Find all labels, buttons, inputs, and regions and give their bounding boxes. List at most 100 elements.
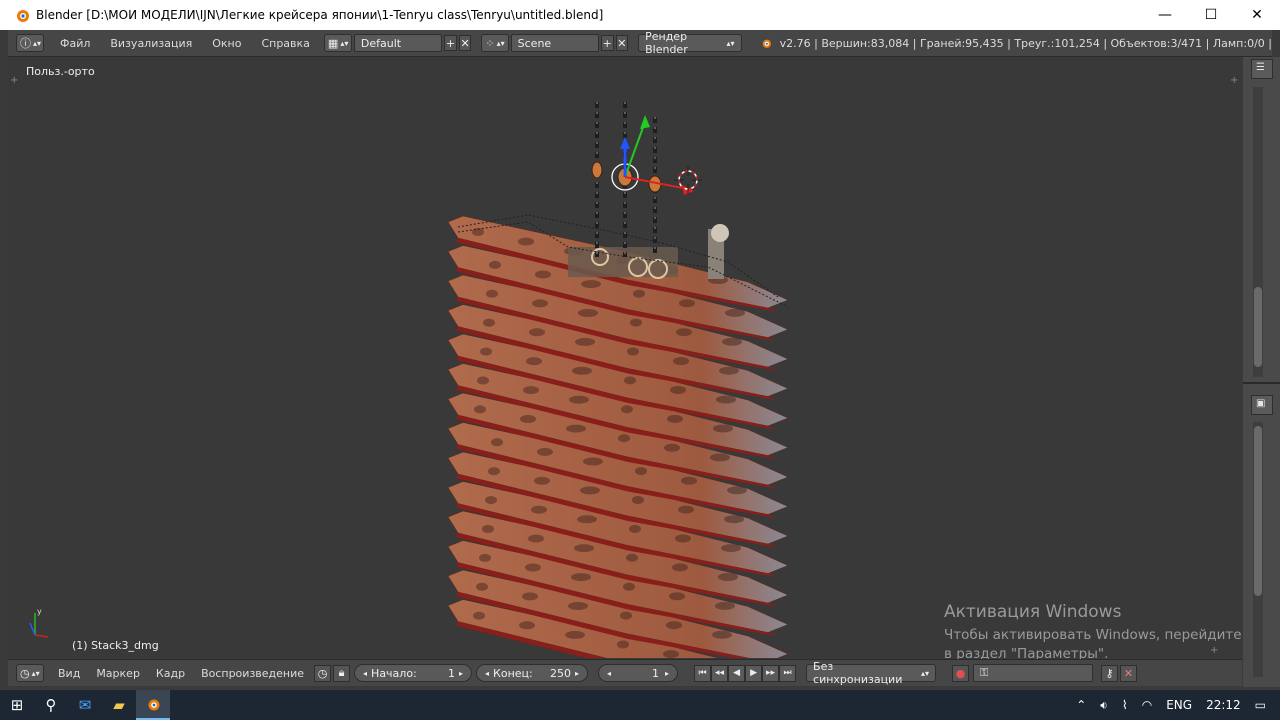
outliner-scrollbar[interactable] [1253, 87, 1263, 377]
close-button[interactable]: ✕ [1234, 0, 1280, 30]
remove-screen-button[interactable]: ✕ [458, 35, 472, 51]
search-button[interactable]: ⚲ [34, 690, 68, 720]
end-frame-field[interactable]: ◂ Конец: 250 ▸ [476, 664, 589, 682]
hull-damage-spot [713, 424, 733, 433]
properties-type-button[interactable]: ▣ [1251, 395, 1273, 415]
keying-set-field[interactable]: ⚿ [973, 664, 1094, 682]
screen-layout-field[interactable]: Default [353, 34, 443, 52]
ship-stack-model[interactable]: y [8, 57, 1242, 658]
menu-help[interactable]: Справка [251, 37, 319, 50]
maximize-button[interactable]: ☐ [1188, 0, 1234, 30]
add-scene-button[interactable]: + [600, 35, 614, 51]
jump-start-button[interactable]: ⏮ [694, 664, 712, 682]
menu-file[interactable]: Файл [50, 37, 100, 50]
timeline-menu-marker[interactable]: Маркер [88, 667, 148, 680]
play-reverse-button[interactable]: ◀ [728, 664, 746, 682]
outliner-scroll-thumb[interactable] [1254, 287, 1262, 367]
insert-keyframe-button[interactable]: ⚷ [1101, 664, 1119, 682]
hull-damage-spot [578, 309, 598, 317]
scene-field[interactable]: Scene [510, 34, 599, 52]
timeline-editor-type[interactable]: ◷ ▴▾ [16, 664, 44, 682]
properties-scroll-thumb[interactable] [1254, 426, 1262, 596]
system-tray: ⌃ 🔉︎ ⌇ ◠ ENG 22:12 ▭ [1069, 690, 1280, 720]
hull-damage-spot [479, 553, 491, 562]
record-icon: ● [955, 666, 966, 680]
hull-damage-spot [488, 467, 500, 476]
key-icon: ⚷ [1105, 666, 1114, 680]
updown-icon: ▴▾ [921, 668, 930, 678]
hull-damage-spot [571, 573, 591, 582]
hull-damage-spot [678, 505, 694, 514]
hull-damage-spot [529, 328, 545, 337]
remove-scene-button[interactable]: ✕ [615, 35, 629, 51]
sync-mode-dropdown[interactable]: Без синхронизации ▴▾ [806, 660, 937, 686]
outliner-type-button[interactable]: ☰ [1251, 59, 1273, 79]
hull-damage-spot [627, 347, 639, 356]
hull-damage-spot [526, 357, 542, 366]
corner-plus-icon: + [1210, 645, 1219, 656]
hull-damage-spot [532, 299, 548, 308]
plus-icon: + [445, 36, 456, 50]
hull-damage-spot [491, 438, 503, 447]
play-reverse-icon: ◀ [733, 668, 740, 678]
jump-start-icon: ⏮ [698, 668, 707, 678]
hull-damage-spot [633, 289, 645, 298]
input-language[interactable]: ENG [1166, 698, 1192, 712]
hull-damage-spot [712, 630, 732, 639]
window-titlebar: Blender [D:\МОИ МОДЕЛИ\IJN\Легкие крейсе… [0, 0, 1280, 30]
wifi-icon[interactable]: ◠ [1142, 698, 1152, 712]
volume-icon[interactable]: 🔉︎ [1100, 698, 1108, 713]
lock-range-button[interactable]: 🔒︎ [333, 664, 351, 682]
taskbar-explorer[interactable]: ▰ [102, 690, 136, 720]
current-frame-field[interactable]: ◂ 1 ▸ [598, 664, 679, 682]
hull-damage-spot [718, 573, 738, 581]
mail-icon: ✉ [78, 696, 92, 714]
record-button[interactable]: ● [952, 664, 970, 682]
notifications-icon[interactable]: ▭ [1255, 698, 1266, 712]
right-editor-panels: ☰ ▣ [1243, 57, 1280, 687]
taskbar-mail[interactable]: ✉ [68, 690, 102, 720]
key-icon: ⚿ [980, 666, 989, 679]
preview-range-button[interactable]: ◷ [314, 664, 332, 682]
editor-type-dropdown[interactable]: ⓘ ▴▾ [16, 34, 44, 52]
add-screen-button[interactable]: + [444, 35, 457, 51]
hull-damage-spot [565, 630, 585, 639]
right-arrow-icon: ▸ [575, 668, 580, 678]
start-frame-field[interactable]: ◂ Начало: 1 ▸ [354, 664, 473, 682]
screen-layout-browse[interactable]: ▦ ▴▾ [323, 34, 352, 52]
hull-damage-spot [519, 621, 535, 630]
chevron-up-icon[interactable]: ⌃ [1076, 698, 1086, 712]
timeline-menu-playback[interactable]: Воспроизведение [193, 667, 312, 680]
hull-damage-spot [617, 640, 629, 649]
timeline-menu-frame[interactable]: Кадр [148, 667, 193, 680]
jump-end-button[interactable]: ⏭ [779, 664, 797, 682]
hull-damage-spot [486, 289, 498, 298]
hull-damage-spot [676, 328, 692, 337]
end-frame-label: Конец: [493, 666, 533, 680]
3d-cursor-icon[interactable] [674, 166, 702, 194]
menu-window[interactable]: Окно [202, 37, 251, 50]
delete-keyframe-button[interactable]: ✕ [1120, 664, 1138, 682]
hull-damage-spot [667, 414, 683, 423]
3d-viewport[interactable]: Польз.-орто + + y (1) Stack3_dmg Активац… [8, 57, 1242, 662]
network-icon[interactable]: ⌇ [1122, 698, 1128, 712]
hull-damage-spot [618, 434, 630, 443]
scene-browse[interactable]: ⁘ ▴▾ [481, 34, 509, 52]
taskbar-blender[interactable] [136, 690, 170, 720]
lock-icon: 🔒︎ [338, 666, 345, 679]
timeline-menu-view[interactable]: Вид [50, 667, 88, 680]
render-engine-dropdown[interactable]: Рендер Blender ▴▾ [638, 30, 742, 56]
hull-damage-spot [474, 405, 486, 414]
prev-keyframe-button[interactable]: ◂◂ [711, 664, 729, 682]
hull-damage-spot [518, 237, 534, 246]
properties-scrollbar[interactable] [1253, 422, 1263, 677]
play-button[interactable]: ▶ [745, 664, 763, 682]
next-keyframe-button[interactable]: ▸▸ [762, 664, 780, 682]
hull-damage-spot [566, 424, 586, 433]
minimize-button[interactable]: — [1142, 0, 1188, 30]
hull-damage-spot [489, 260, 501, 269]
hull-damage-spot [681, 476, 697, 485]
start-button[interactable]: ⊞ [0, 690, 34, 720]
clock[interactable]: 22:12 [1206, 698, 1241, 712]
menu-render[interactable]: Визуализация [100, 37, 202, 50]
